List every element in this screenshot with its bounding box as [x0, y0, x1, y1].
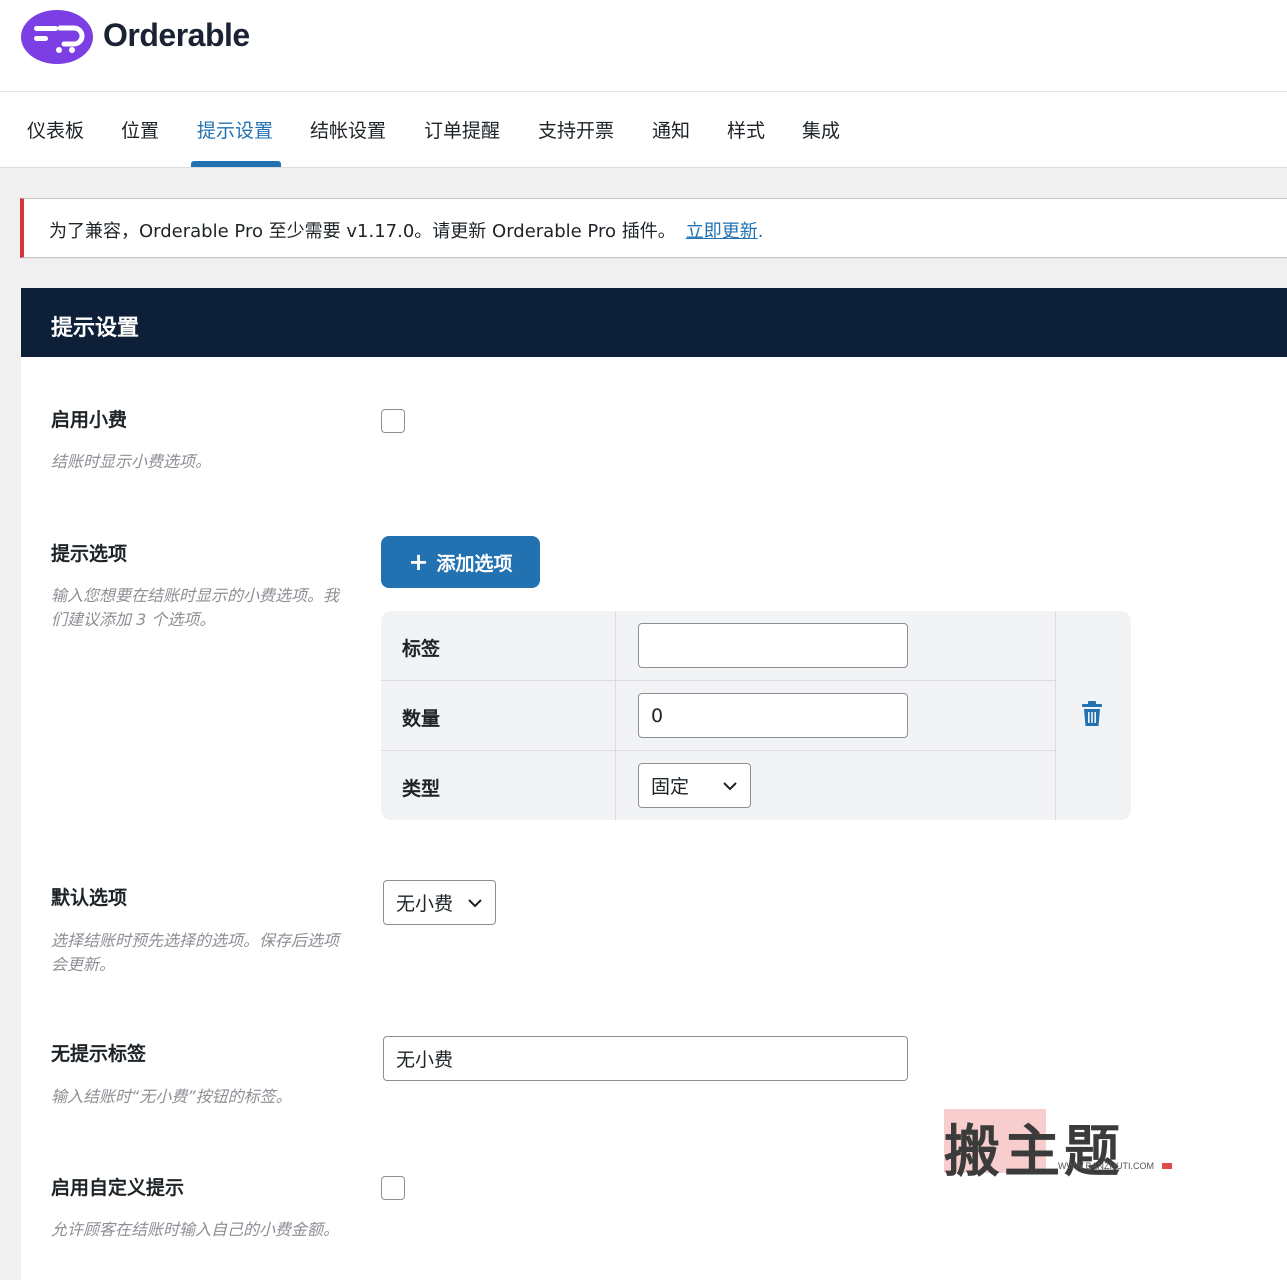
tab-checkout-settings[interactable]: 结帐设置: [310, 116, 386, 143]
tab-notifications[interactable]: 通知: [652, 116, 690, 143]
default-option-select[interactable]: 无小费: [383, 880, 496, 925]
tab-integrations[interactable]: 集成: [802, 116, 840, 143]
notice-message: 为了兼容，Orderable Pro 至少需要 v1.17.0。请更新 Orde…: [49, 217, 763, 243]
update-now-link[interactable]: 立即更新: [686, 221, 758, 242]
tab-dashboard[interactable]: 仪表板: [27, 116, 84, 143]
default-option-value: 无小费: [396, 893, 454, 915]
add-option-button[interactable]: + 添加选项: [381, 536, 540, 588]
custom-tip-desc: 允许顾客在结账时输入自己的小费金额。: [51, 1220, 340, 1239]
option-type-select[interactable]: 固定: [638, 763, 751, 808]
tab-styles[interactable]: 样式: [727, 116, 765, 143]
option-type-value: 固定: [651, 776, 690, 798]
settings-tabs: 仪表板 位置 提示设置 结帐设置 订单提醒 支持开票 通知 样式 集成: [0, 92, 1287, 168]
no-tip-label-input[interactable]: 无小费: [383, 1036, 908, 1081]
custom-tip-label: 启用自定义提示: [51, 1177, 185, 1199]
no-tip-label-desc: 输入结账时“无小费”按钮的标签。: [51, 1087, 292, 1106]
watermark-url: WWW.BANZHUTI.COM: [1058, 1161, 1154, 1171]
option-label-input[interactable]: [638, 623, 908, 668]
watermark-text: 搬主题: [944, 1119, 1124, 1185]
top-bar: Orderable: [0, 0, 1287, 92]
no-tip-label-label: 无提示标签: [51, 1043, 147, 1065]
option-label-label: 标签: [402, 638, 441, 660]
notice-text: 为了兼容，Orderable Pro 至少需要 v1.17.0。请更新 Orde…: [49, 221, 676, 242]
trash-icon[interactable]: [1081, 701, 1103, 727]
tab-invoicing[interactable]: 支持开票: [538, 116, 614, 143]
notice-suffix: .: [757, 221, 764, 242]
tip-options-desc: 输入您想要在结账时显示的小费选项。我们建议添加 3 个选项。: [51, 586, 340, 629]
tab-order-reminders[interactable]: 订单提醒: [424, 116, 500, 143]
watermark-mark: [1162, 1163, 1172, 1169]
plus-icon: +: [408, 548, 429, 576]
panel-title: 提示设置: [51, 316, 140, 341]
chevron-down-icon: [468, 899, 482, 908]
row-divider: [381, 750, 1055, 751]
option-amount-input[interactable]: 0: [638, 693, 908, 738]
chevron-down-icon: [723, 782, 737, 791]
add-option-label: 添加选项: [436, 552, 513, 575]
tab-tip-settings[interactable]: 提示设置: [197, 116, 273, 143]
enable-tips-label: 启用小费: [51, 409, 128, 431]
panel-header: 提示设置: [21, 288, 1287, 357]
column-divider: [615, 611, 616, 820]
enable-tips-desc: 结账时显示小费选项。: [51, 452, 212, 471]
default-option-label: 默认选项: [51, 887, 128, 909]
column-divider: [1055, 611, 1056, 820]
row-divider: [381, 680, 1055, 681]
orderable-logo-icon: [21, 10, 93, 64]
tab-locations[interactable]: 位置: [121, 116, 159, 143]
update-notice: 为了兼容，Orderable Pro 至少需要 v1.17.0。请更新 Orde…: [20, 198, 1287, 258]
tip-option-row: 标签 数量 0 类型 固定: [381, 611, 1131, 820]
enable-tips-checkbox[interactable]: [381, 409, 405, 433]
custom-tip-checkbox[interactable]: [381, 1176, 405, 1200]
watermark-logo: 搬主题 WWW.BANZHUTI.COM: [944, 1107, 1174, 1185]
option-type-label: 类型: [402, 778, 441, 800]
brand-name: Orderable: [103, 17, 250, 53]
option-amount-label: 数量: [402, 708, 441, 730]
tip-options-label: 提示选项: [51, 543, 128, 565]
default-option-desc: 选择结账时预先选择的选项。保存后选项会更新。: [51, 931, 340, 974]
active-tab-indicator: [191, 161, 281, 167]
